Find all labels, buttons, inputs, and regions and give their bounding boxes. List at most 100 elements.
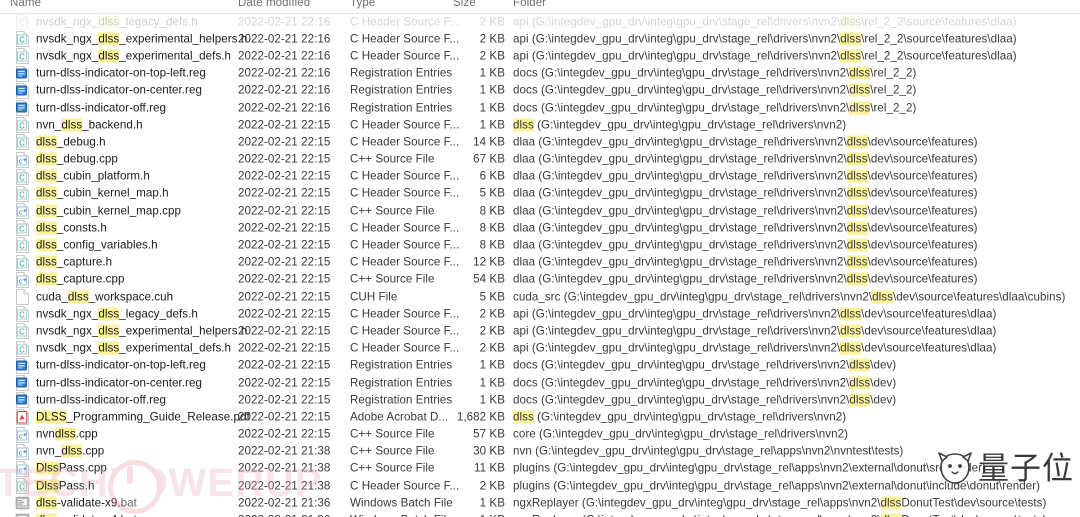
batch-file-icon xyxy=(15,495,30,511)
file-row[interactable]: Cdlss_capture.h 2022-02-21 22:15 C Header … xyxy=(0,254,1080,271)
search-term-highlight: dlss xyxy=(840,49,862,63)
file-size: 8 KB xyxy=(479,238,505,252)
file-type: C++ Source File xyxy=(350,152,435,166)
column-header-size[interactable]: Size xyxy=(453,0,476,9)
file-row[interactable]: Cnvn_dlss_backend.h 2022-02-21 22:15 C Hea… xyxy=(0,116,1080,134)
cpp-source-file-icon: c xyxy=(15,151,30,168)
search-term-highlight: dlss xyxy=(849,376,871,390)
file-name: DlssPass.h xyxy=(36,479,95,493)
c-header-file-icon: C xyxy=(15,340,30,357)
file-row[interactable]: c dlss_capture.cpp 2022-02-21 22:15 C++ Sou… xyxy=(0,271,1080,288)
column-header-folder[interactable]: Folder xyxy=(513,0,546,9)
search-term-highlight: dlss xyxy=(98,15,120,29)
file-size: 5 KB xyxy=(479,186,505,200)
column-header-type[interactable]: Type xyxy=(350,0,375,9)
file-date-modified: 2022-02-21 22:15 xyxy=(238,272,331,286)
file-name: dlss_config_variables.h xyxy=(36,238,158,252)
file-row[interactable]: C DlssPass.h 2022-02-21 21:38 C Header Sour… xyxy=(0,477,1080,495)
file-row[interactable]: cuda_dlss_workspace.cuh 2022-02-21 22:15 C… xyxy=(0,288,1080,305)
file-row[interactable]: dlss-validate-x4.bat 2022-02-21 21:36 Wind… xyxy=(0,511,1080,517)
search-term-highlight: dlss xyxy=(36,152,57,166)
column-header-date-modified[interactable]: Date modified xyxy=(238,0,310,9)
file-size: 6 KB xyxy=(479,169,505,183)
file-row[interactable]: Cdlss_consts.h 2022-02-21 22:15 C Header S… xyxy=(0,219,1080,237)
file-type: C Header Source F... xyxy=(350,479,460,493)
file-row[interactable]: Cnvsdk_ngx_dlss_experimental_helpers.h 20… xyxy=(0,30,1080,48)
file-size: 8 KB xyxy=(479,221,505,235)
c-header-file-icon: C xyxy=(15,237,30,254)
search-term-highlight: dlss xyxy=(840,324,862,338)
file-row[interactable]: turn-dlss-indicator-on-center.reg 2022-02… xyxy=(0,82,1080,99)
search-term-highlight: dlss xyxy=(840,307,862,321)
file-row[interactable]: c nvn_dlss.cpp 2022-02-21 21:38 C++ Source … xyxy=(0,443,1080,460)
file-row[interactable]: Cdlss_config_variables.h 2022-02-21 22:15… xyxy=(0,236,1080,254)
file-type: C Header Source F... xyxy=(350,32,460,46)
registry-file-icon xyxy=(15,392,30,409)
file-type: Registration Entries xyxy=(350,376,453,390)
file-size: 2 KB xyxy=(479,15,505,29)
svg-text:C: C xyxy=(19,18,25,27)
file-row[interactable]: Cdlss_debug.h 2022-02-21 22:15 C Header So… xyxy=(0,133,1080,151)
search-term-highlight: dlss xyxy=(36,169,57,183)
file-type: C Header Source F... xyxy=(350,238,460,252)
file-folder-path: dlaa (G:\integdev_gpu_drv\integ\gpu_drv\… xyxy=(513,204,978,218)
file-size: 1 KB xyxy=(479,393,505,407)
c-header-file-icon: C xyxy=(15,185,30,202)
file-folder-path: api (G:\integdev_gpu_drv\integ\gpu_drv\s… xyxy=(513,324,997,338)
file-row[interactable]: Cnvsdk_ngx_dlss_legacy_defs.h 2022-02-21 … xyxy=(0,13,1080,30)
file-size: 12 KB xyxy=(473,255,505,269)
cpp-source-file-icon: c xyxy=(15,443,30,460)
file-row[interactable]: DLSS_Programming_Guide_Release.pdf 2022-0… xyxy=(0,408,1080,426)
file-row[interactable]: Cnvsdk_ngx_dlss_experimental_defs.h 2022-… xyxy=(0,340,1080,357)
search-term-highlight: dlss xyxy=(36,496,57,510)
search-term-highlight: dlss xyxy=(36,272,57,286)
search-term-highlight: dlss xyxy=(513,118,534,132)
search-term-highlight: dlss xyxy=(513,410,534,424)
c-header-file-icon: C xyxy=(15,117,30,134)
column-header-name[interactable]: Name xyxy=(10,0,41,9)
file-row[interactable]: turn-dlss-indicator-off.reg 2022-02-21 22… xyxy=(0,99,1080,116)
registry-file-icon xyxy=(15,82,30,99)
search-term-highlight: dlss xyxy=(846,238,868,252)
file-name: dlss_cubin_platform.h xyxy=(36,169,150,183)
search-term-highlight: dlss xyxy=(846,186,868,200)
file-size: 1 KB xyxy=(479,66,505,80)
file-row[interactable]: c dlss_debug.cpp 2022-02-21 22:15 C++ Sourc… xyxy=(0,151,1080,168)
file-date-modified: 2022-02-21 22:15 xyxy=(238,410,331,424)
file-row[interactable]: turn-dlss-indicator-off.reg 2022-02-21 22… xyxy=(0,391,1080,409)
file-name: turn-dlss-indicator-off.reg xyxy=(36,393,167,407)
svg-text:C: C xyxy=(19,139,25,148)
file-type: C Header Source F... xyxy=(350,186,460,200)
file-date-modified: 2022-02-21 22:15 xyxy=(238,221,331,235)
file-row[interactable]: Cnvsdk_ngx_dlss_experimental_helpers.h 20… xyxy=(0,322,1080,340)
search-term-highlight: dlss xyxy=(98,324,120,338)
file-folder-path: dlaa (G:\integdev_gpu_drv\integ\gpu_drv\… xyxy=(513,186,978,200)
file-folder-path: api (G:\integdev_gpu_drv\integ\gpu_drv\s… xyxy=(513,341,997,355)
file-row[interactable]: turn-dlss-indicator-on-center.reg 2022-02… xyxy=(0,374,1080,391)
file-type: C Header Source F... xyxy=(350,324,460,338)
file-folder-path: api (G:\integdev_gpu_drv\integ\gpu_drv\s… xyxy=(513,307,997,321)
file-row[interactable]: turn-dlss-indicator-on-top-left.reg 2022-… xyxy=(0,357,1080,374)
file-row[interactable]: Cnvsdk_ngx_dlss_experimental_defs.h 2022-… xyxy=(0,47,1080,65)
file-row[interactable]: dlss-validate-x9.bat 2022-02-21 21:36 Wind… xyxy=(0,494,1080,511)
file-size: 1 KB xyxy=(479,496,505,510)
file-row[interactable]: Cdlss_cubin_kernel_map.h 2022-02-21 22:15… xyxy=(0,185,1080,202)
pdf-file-icon xyxy=(15,409,30,426)
file-row[interactable]: Cnvsdk_ngx_dlss_legacy_defs.h 2022-02-21 … xyxy=(0,305,1080,323)
file-type: C Header Source F... xyxy=(350,341,460,355)
file-row[interactable]: c DlssPass.cpp 2022-02-21 21:38 C++ Source … xyxy=(0,460,1080,477)
file-row[interactable]: c nvndlss.cpp 2022-02-21 22:15 C++ Source F… xyxy=(0,426,1080,443)
file-date-modified: 2022-02-21 22:16 xyxy=(238,32,331,46)
file-row[interactable]: Cdlss_cubin_platform.h 2022-02-21 22:15 C … xyxy=(0,168,1080,185)
file-date-modified: 2022-02-21 22:15 xyxy=(238,204,331,218)
file-date-modified: 2022-02-21 22:15 xyxy=(238,427,331,441)
file-type: C Header Source F... xyxy=(350,255,460,269)
file-date-modified: 2022-02-21 22:15 xyxy=(238,307,331,321)
file-date-modified: 2022-02-21 22:15 xyxy=(238,238,331,252)
file-size: 1 KB xyxy=(479,83,505,97)
search-term-highlight: dlss xyxy=(840,341,862,355)
file-row[interactable]: turn-dlss-indicator-on-top-left.reg 2022-… xyxy=(0,65,1080,82)
file-type: C Header Source F... xyxy=(350,49,460,63)
search-term-highlight: dlss xyxy=(61,118,83,132)
file-row[interactable]: c dlss_cubin_kernel_map.cpp 2022-02-21 22:… xyxy=(0,202,1080,220)
